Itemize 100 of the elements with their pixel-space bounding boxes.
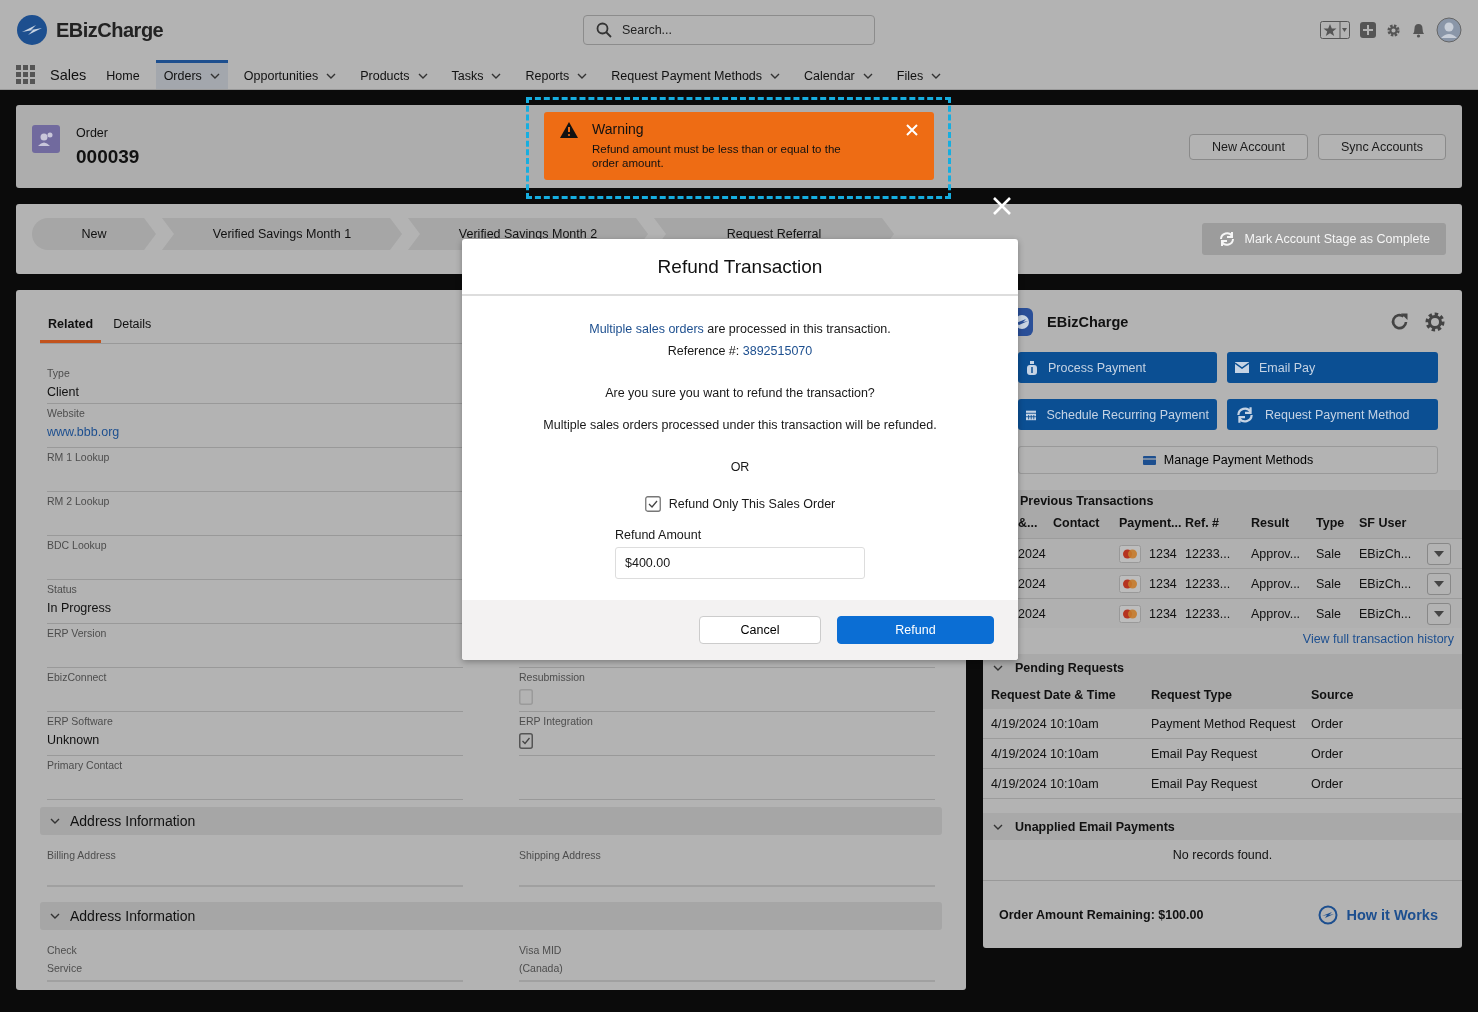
search-field[interactable]: Search... [583, 15, 875, 45]
field-label: Visa MID (Canada) [519, 944, 563, 974]
empty-message: No records found. [1172, 848, 1273, 862]
table-cell-text: Approv... [1251, 606, 1302, 621]
panel-action-button[interactable]: Request Payment Method [1227, 399, 1438, 430]
sync-icon [1218, 231, 1237, 247]
path-stage[interactable]: New [32, 218, 156, 250]
manage-methods-button[interactable]: Manage Payment Methods [1018, 446, 1438, 474]
field-label: EbizConnect [47, 671, 108, 683]
nav-tab[interactable]: Reports [517, 60, 596, 89]
field-label: Refund Amount [615, 528, 703, 542]
nav-tab[interactable]: Request Payment Methods [603, 60, 789, 89]
detail-tab[interactable]: Related [40, 312, 102, 343]
reference-link[interactable]: 3892515070 [742, 344, 813, 358]
reference-text: Reference #: 3892515070 [667, 344, 813, 358]
column-header: Request Type [1150, 688, 1234, 702]
panel-action-button[interactable]: Process Payment [1018, 352, 1217, 383]
section-header[interactable]: Address Information [40, 807, 942, 835]
sync-icon [1235, 405, 1255, 424]
table-cell-text: EBizCh... [1359, 576, 1413, 591]
bell-icon[interactable] [1411, 22, 1426, 38]
panel-action-button[interactable]: Schedule Recurring Payment [1018, 399, 1217, 430]
history-link[interactable]: View full transaction history [1302, 632, 1454, 646]
row-menu-button[interactable] [1427, 572, 1451, 595]
refresh-icon[interactable] [1390, 312, 1410, 332]
table-cell-text: Sale [1316, 546, 1343, 561]
table-cell-text: Approv... [1251, 576, 1302, 591]
app-launcher-icon[interactable] [16, 64, 36, 85]
section-header[interactable]: Address Information [40, 902, 942, 930]
section-title: Address Information [70, 813, 196, 829]
table-cell-text: 2024 [1018, 546, 1047, 561]
search-icon [596, 22, 612, 38]
field-label: ERP Integration [519, 715, 594, 727]
section-title: Pending Requests [1015, 660, 1125, 675]
column-header: Contact [1053, 516, 1101, 530]
info-text: Multiple sales orders are processed in this transaction. [589, 322, 891, 336]
field-label: Resubmission [519, 671, 586, 683]
field-value: Client [47, 385, 80, 399]
column-header: Source [1310, 688, 1355, 702]
app-title: Sales [50, 66, 87, 83]
table-cell-text: Approv... [1251, 546, 1302, 561]
row-menu-button[interactable] [1427, 542, 1451, 565]
settings-icon[interactable] [1424, 311, 1446, 333]
header-action-button[interactable]: Sync Accounts [1318, 133, 1446, 160]
dialog-title: Refund Transaction [657, 255, 823, 278]
how-it-works-link[interactable]: How it Works [1318, 905, 1438, 925]
nav-tab[interactable]: Home [98, 60, 148, 89]
close-icon[interactable] [993, 197, 1011, 215]
header-action-button[interactable]: New Account [1189, 133, 1308, 160]
nav-tab[interactable]: Files [888, 60, 950, 89]
table-cell-text: 4/19/2024 10:10am [990, 746, 1100, 761]
sales-orders-link[interactable]: Multiple sales orders [589, 322, 704, 336]
table-cell: 1234 [1149, 576, 1177, 591]
table-cell-text: 12233... [1185, 606, 1232, 621]
table-cell-text: EBizCh... [1359, 546, 1413, 561]
column-header: &... [1018, 516, 1039, 530]
order-icon [32, 125, 60, 153]
add-icon[interactable] [1360, 22, 1376, 38]
nav-tab[interactable]: Orders [155, 60, 228, 89]
field-label: Shipping Address [519, 849, 601, 861]
question-text: Are you sure you want to refund the transaction? [605, 386, 875, 400]
cancel-button[interactable]: Cancel [699, 616, 821, 644]
nav-tab[interactable]: Opportunities [235, 60, 345, 89]
record-type: Order [76, 125, 109, 140]
nav-tab[interactable]: Calendar [796, 60, 881, 89]
table-cell-text: Email Pay Request [1150, 776, 1259, 791]
remaining-amount: Order Amount Remaining: $100.00 [999, 908, 1204, 922]
avatar-icon[interactable] [1436, 17, 1462, 43]
logo-icon [1318, 905, 1339, 925]
caret-icon [1434, 550, 1444, 557]
website-link[interactable]: www.bbb.org [47, 425, 463, 439]
nav-tab[interactable]: Tasks [443, 60, 510, 89]
column-header: Payment... [1119, 516, 1183, 530]
field-value: Unknown [47, 733, 101, 747]
card-brand-icon [1119, 604, 1141, 623]
panel-action-button[interactable]: Email Pay [1227, 352, 1438, 383]
checkbox[interactable] [644, 496, 661, 512]
app-name: EBizCharge [56, 18, 164, 42]
nav-tab[interactable]: Products [352, 60, 436, 89]
path-stage[interactable]: Verified Savings Month 1 [162, 218, 402, 250]
field-label: Check Service [47, 944, 82, 974]
or-text: OR [730, 460, 750, 474]
field-value: In Progress [47, 601, 112, 615]
favorites-button[interactable] [1320, 21, 1350, 39]
field-label: Website [47, 407, 86, 419]
section-title: Unapplied Email Payments [1015, 819, 1175, 834]
refund-amount-field[interactable]: $400.00 [615, 547, 865, 579]
record-number: 000039 [76, 145, 140, 168]
money-bag-icon [1026, 360, 1038, 375]
section-title: Previous Transactions [1019, 494, 1155, 508]
logo-icon [16, 14, 48, 46]
refund-button[interactable]: Refund [837, 616, 994, 644]
table-cell-text: 2024 [1018, 576, 1047, 591]
detail-tab[interactable]: Details [105, 312, 160, 343]
toast-message: Refund amount must be less than or equal to the order amount. [592, 143, 842, 171]
checkbox-label: Refund Only This Sales Order [668, 497, 836, 511]
settings-icon[interactable] [1386, 22, 1401, 38]
table-cell-text: EBizCh... [1359, 606, 1413, 621]
row-menu-button[interactable] [1427, 602, 1451, 625]
column-header: Type [1316, 516, 1346, 530]
